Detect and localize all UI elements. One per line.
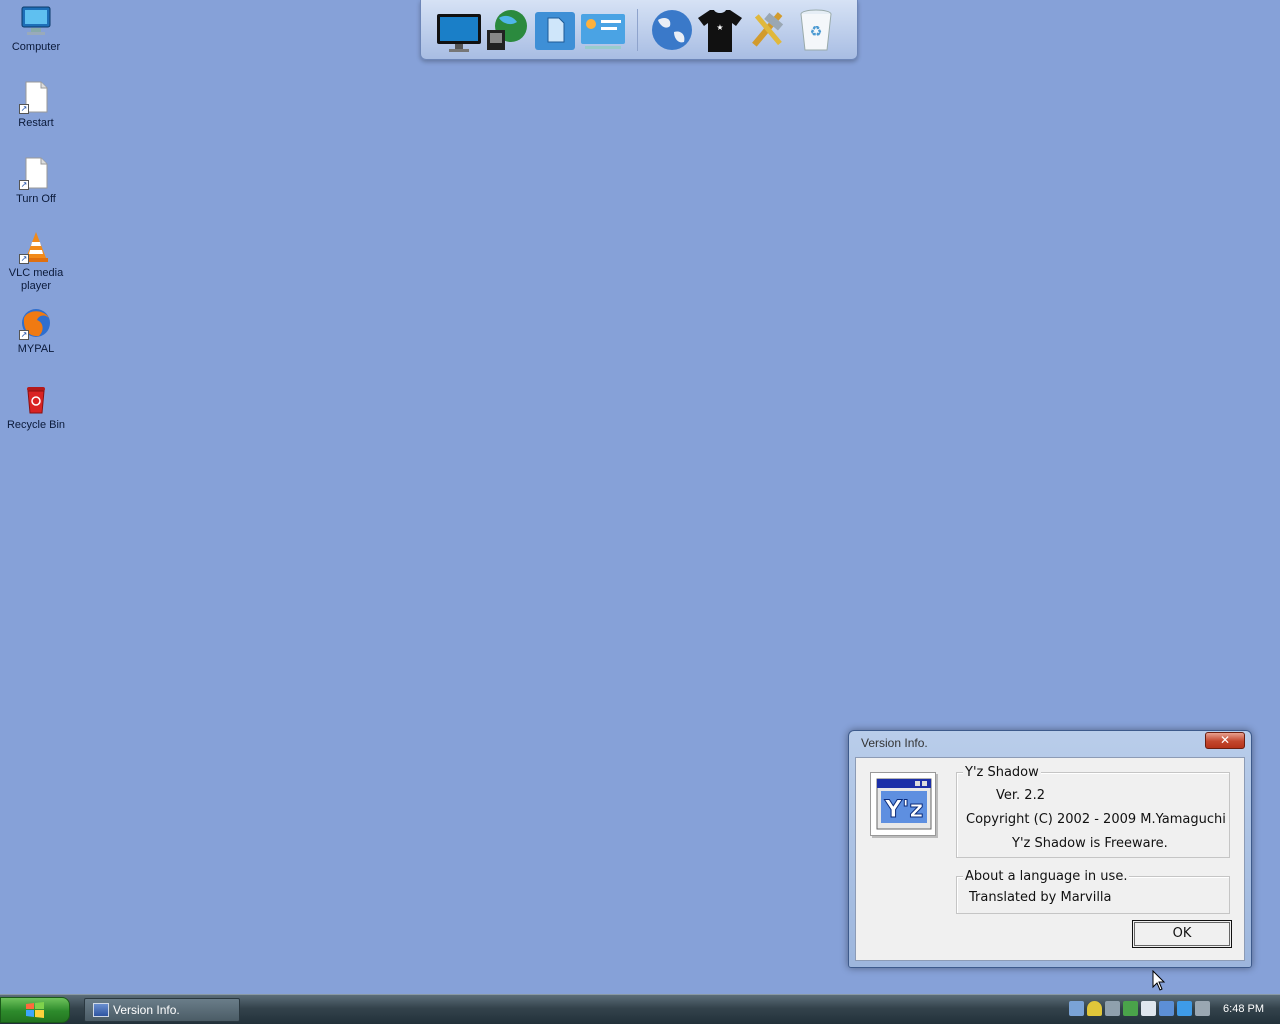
control-panel-icon[interactable] (579, 6, 627, 54)
desktop-icon-restart[interactable]: ↗ Restart (4, 80, 68, 130)
version-text: Ver. 2.2 (996, 788, 1045, 803)
copyright-text: Copyright (C) 2002 - 2009 M.Yamaguchi (966, 812, 1226, 827)
settings-tray-icon[interactable] (1195, 1001, 1210, 1016)
app-logo-text: Y'z (884, 795, 924, 823)
language-legend: About a language in use. (963, 869, 1130, 884)
app-tray-icon[interactable] (1177, 1001, 1192, 1016)
windows-logo-icon (26, 1002, 44, 1018)
shortcut-arrow-icon: ↗ (19, 104, 29, 114)
shield-tray-icon[interactable] (1087, 1001, 1102, 1016)
desktop-icon-computer[interactable]: Computer (4, 4, 68, 54)
network-tray-icon[interactable] (1069, 1001, 1084, 1016)
update-tray-icon[interactable] (1123, 1001, 1138, 1016)
app-logo-icon: Y'z (870, 772, 936, 836)
vlc-icon: ↗ (19, 230, 53, 264)
taskbar-item-version-info[interactable]: Version Info. (84, 998, 240, 1022)
sync-tray-icon[interactable] (1105, 1001, 1120, 1016)
freeware-text: Y'z Shadow is Freeware. (1012, 836, 1168, 851)
system-tray (1069, 1001, 1210, 1016)
close-button[interactable]: ✕ (1205, 732, 1245, 749)
desktop-icon-recycle-bin[interactable]: Recycle Bin (4, 382, 68, 432)
desktop-icon-mypal[interactable]: ↗ MYPAL (4, 306, 68, 356)
internet-globe-icon[interactable] (648, 6, 696, 54)
monitor-tray-icon[interactable] (1159, 1001, 1174, 1016)
desktop-icon-vlc[interactable]: ↗ VLC media player (4, 230, 68, 293)
shortcut-file-icon: ↗ (19, 156, 53, 190)
svg-text:★: ★ (716, 23, 723, 32)
document-tray-icon[interactable] (1141, 1001, 1156, 1016)
dialog-body: Y'z Y'z Shadow Ver. 2.2 Copyright (C) 20… (855, 757, 1245, 961)
computer-icon (19, 4, 53, 38)
mypal-browser-icon: ↗ (19, 306, 53, 340)
dock-bar: ★ ♻ (420, 0, 858, 60)
desktop-icon-label: VLC media player (8, 267, 64, 292)
tools-icon[interactable] (744, 6, 792, 54)
network-globe-icon[interactable] (483, 6, 531, 54)
desktop-icon-label: Recycle Bin (6, 419, 66, 431)
desktop-icon-label: Turn Off (16, 193, 56, 205)
trash-icon[interactable]: ♻ (792, 6, 840, 54)
dialog-titlebar[interactable]: Version Info. ✕ (849, 731, 1251, 753)
dialog-title: Version Info. (861, 736, 928, 750)
shortcut-arrow-icon: ↗ (19, 180, 29, 190)
taskbar-item-label: Version Info. (113, 1003, 180, 1017)
product-name: Y'z Shadow (963, 765, 1041, 780)
desktop-icon-label: Computer (11, 41, 61, 53)
documents-icon[interactable] (531, 6, 579, 54)
shortcut-arrow-icon: ↗ (19, 254, 29, 264)
version-info-dialog: Version Info. ✕ Y'z Y'z Shadow Ver. 2.2 … (848, 730, 1252, 968)
monitor-icon[interactable] (435, 6, 483, 54)
app-window-icon (93, 1003, 109, 1017)
translator-text: Translated by Marvilla (969, 890, 1112, 905)
desktop-icon-label: Restart (18, 117, 54, 129)
shortcut-file-icon: ↗ (19, 80, 53, 114)
taskbar-clock[interactable]: 6:48 PM (1223, 1003, 1264, 1015)
desktop-icon-label: MYPAL (17, 343, 55, 355)
close-icon: ✕ (1219, 733, 1231, 747)
shortcut-arrow-icon: ↗ (19, 330, 29, 340)
recycle-bin-icon (19, 382, 53, 416)
ok-button[interactable]: OK (1132, 920, 1232, 948)
start-button[interactable] (0, 997, 70, 1023)
dock-separator (637, 8, 638, 51)
desktop-icon-turn-off[interactable]: ↗ Turn Off (4, 156, 68, 206)
mouse-cursor-icon (1152, 969, 1166, 996)
tshirt-icon[interactable]: ★ (696, 6, 744, 54)
taskbar: Version Info. 6:48 PM (0, 994, 1280, 1024)
svg-text:♻: ♻ (810, 24, 823, 40)
